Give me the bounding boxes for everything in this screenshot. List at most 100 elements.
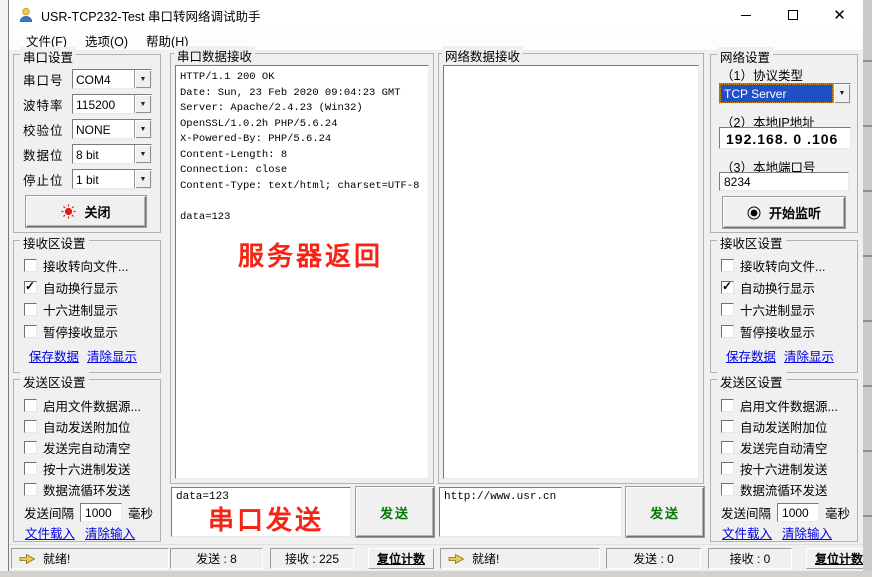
minimize-button[interactable]	[722, 0, 769, 30]
pause-receive-checkbox[interactable]	[24, 325, 37, 338]
auto-wrap-checkbox[interactable]	[721, 281, 734, 294]
serial-reset-count-button[interactable]: 复位计数	[368, 548, 434, 569]
send-interval-input[interactable]: 1000	[80, 503, 122, 522]
checkbox-label: 数据流循环发送	[740, 480, 828, 499]
send-as-hex-checkbox[interactable]	[721, 462, 734, 475]
serial-received-text: HTTP/1.1 200 OK Date: Sun, 23 Feb 2020 0…	[176, 66, 428, 225]
local-ip-input[interactable]: 192.168. 0 .106	[719, 127, 851, 149]
checkbox-row[interactable]: 数据流循环发送	[721, 481, 828, 497]
send-settings-title: 发送区设置	[20, 372, 89, 391]
checkbox-row[interactable]: 十六进制显示	[24, 301, 118, 317]
hex-display-checkbox[interactable]	[24, 303, 37, 316]
checkbox-row[interactable]: 自动换行显示	[24, 279, 118, 295]
file-data-source-checkbox[interactable]	[721, 399, 734, 412]
serial-send-button[interactable]: 发送	[356, 487, 434, 537]
start-listen-button[interactable]: 开始监听	[723, 197, 845, 228]
menu-options[interactable]: 选项(O)	[76, 29, 137, 52]
local-port-input[interactable]: 8234	[719, 172, 849, 191]
load-file-link[interactable]: 文件载入	[722, 523, 772, 542]
send-interval-label: 发送间隔	[721, 503, 771, 522]
stop-bits-select[interactable]: 1 bit ▼	[72, 169, 152, 189]
loop-send-checkbox[interactable]	[721, 483, 734, 496]
chevron-down-icon[interactable]: ▼	[134, 70, 151, 88]
serial-close-button[interactable]: 关闭	[26, 196, 146, 227]
data-bits-select[interactable]: 8 bit ▼	[72, 144, 152, 164]
checkbox-row[interactable]: 数据流循环发送	[24, 481, 131, 497]
close-button[interactable]: ✕	[816, 0, 863, 30]
network-status-ready: 就绪!	[440, 548, 600, 569]
file-data-source-checkbox[interactable]	[24, 399, 37, 412]
status-bar: 就绪! 发送 : 8 接收 : 225 复位计数 就绪! 发送 : 0 接收 :…	[9, 544, 863, 571]
auto-append-checkbox[interactable]	[721, 420, 734, 433]
chevron-down-icon[interactable]: ▼	[134, 95, 151, 113]
loop-send-checkbox[interactable]	[24, 483, 37, 496]
auto-append-checkbox[interactable]	[24, 420, 37, 433]
protocol-type-select[interactable]: TCP Server ▼	[719, 83, 851, 104]
network-reset-count-button[interactable]: 复位计数	[806, 548, 863, 569]
baud-rate-select[interactable]: 115200 ▼	[72, 94, 152, 114]
chevron-down-icon[interactable]: ▼	[134, 120, 151, 138]
auto-clear-checkbox[interactable]	[721, 441, 734, 454]
hex-display-checkbox[interactable]	[721, 303, 734, 316]
checkbox-row[interactable]: 暂停接收显示	[721, 323, 815, 339]
checkbox-row[interactable]: 暂停接收显示	[24, 323, 118, 339]
checkbox-label: 自动发送附加位	[740, 417, 828, 436]
clear-input-link[interactable]: 清除输入	[85, 523, 135, 542]
network-receive-area[interactable]	[443, 65, 699, 479]
checkbox-row[interactable]: 发送完自动清空	[24, 439, 131, 455]
checkbox-label: 十六进制显示	[43, 300, 118, 319]
auto-wrap-checkbox[interactable]	[24, 281, 37, 294]
receive-settings-title: 接收区设置	[20, 233, 89, 252]
checkbox-row[interactable]: 启用文件数据源...	[24, 397, 141, 413]
parity-select[interactable]: NONE ▼	[72, 119, 152, 139]
chevron-down-icon[interactable]: ▼	[134, 170, 151, 188]
checkbox-row[interactable]: 自动发送附加位	[24, 418, 131, 434]
checkbox-row[interactable]: 发送完自动清空	[721, 439, 828, 455]
checkbox-row[interactable]: 自动发送附加位	[721, 418, 828, 434]
pause-receive-checkbox[interactable]	[721, 325, 734, 338]
clear-input-link[interactable]: 清除输入	[782, 523, 832, 542]
serial-port-select[interactable]: COM4 ▼	[72, 69, 152, 89]
data-bits-value: 8 bit	[73, 145, 134, 163]
checkbox-label: 按十六进制发送	[740, 459, 828, 478]
chevron-down-icon[interactable]: ▼	[833, 84, 850, 103]
checkbox-row[interactable]: 接收转向文件...	[721, 257, 825, 273]
checkbox-row[interactable]: 自动换行显示	[721, 279, 815, 295]
save-data-link[interactable]: 保存数据	[29, 346, 79, 365]
annotation-serial-send: 串口发送	[208, 500, 324, 537]
close-icon: ✕	[833, 8, 846, 23]
checkbox-row[interactable]: 十六进制显示	[721, 301, 815, 317]
serial-send-input[interactable]: data=123 串口发送	[171, 487, 351, 537]
network-data-receive-title: 网络数据接收	[442, 46, 523, 65]
save-data-link[interactable]: 保存数据	[726, 346, 776, 365]
checkbox-label: 数据流循环发送	[43, 480, 131, 499]
clear-display-link[interactable]: 清除显示	[784, 346, 834, 365]
send-interval-unit: 毫秒	[128, 503, 153, 522]
baud-rate-value: 115200	[73, 95, 134, 113]
send-as-hex-checkbox[interactable]	[24, 462, 37, 475]
clear-display-link[interactable]: 清除显示	[87, 346, 137, 365]
serial-receive-area[interactable]: HTTP/1.1 200 OK Date: Sun, 23 Feb 2020 0…	[175, 65, 429, 479]
chevron-down-icon[interactable]: ▼	[134, 145, 151, 163]
send-interval-input[interactable]: 1000	[777, 503, 819, 522]
load-file-link[interactable]: 文件载入	[25, 523, 75, 542]
data-bits-label: 数据位	[23, 145, 72, 164]
stop-bits-value: 1 bit	[73, 170, 134, 188]
app-window: USR-TCP232-Test 串口转网络调试助手 ✕ 文件(F) 选项(O) …	[8, 0, 863, 571]
serial-receive-settings-group: 接收区设置 接收转向文件... 自动换行显示 十六进制显示 暂停接收显示 保存数…	[13, 240, 161, 373]
maximize-button[interactable]	[769, 0, 816, 30]
receive-to-file-checkbox[interactable]	[721, 259, 734, 272]
auto-clear-checkbox[interactable]	[24, 441, 37, 454]
checkbox-row[interactable]: 接收转向文件...	[24, 257, 128, 273]
send-interval-unit: 毫秒	[825, 503, 850, 522]
checkbox-row[interactable]: 按十六进制发送	[24, 460, 131, 476]
checkbox-row[interactable]: 启用文件数据源...	[721, 397, 838, 413]
checkbox-label: 接收转向文件...	[740, 256, 825, 275]
network-send-input[interactable]: http://www.usr.cn	[439, 487, 622, 537]
stop-bits-row: 停止位	[23, 169, 72, 189]
window-title: USR-TCP232-Test 串口转网络调试助手	[41, 6, 260, 25]
checkbox-row[interactable]: 按十六进制发送	[721, 460, 828, 476]
receive-settings-title: 接收区设置	[717, 233, 786, 252]
network-send-button[interactable]: 发送	[626, 487, 704, 537]
receive-to-file-checkbox[interactable]	[24, 259, 37, 272]
